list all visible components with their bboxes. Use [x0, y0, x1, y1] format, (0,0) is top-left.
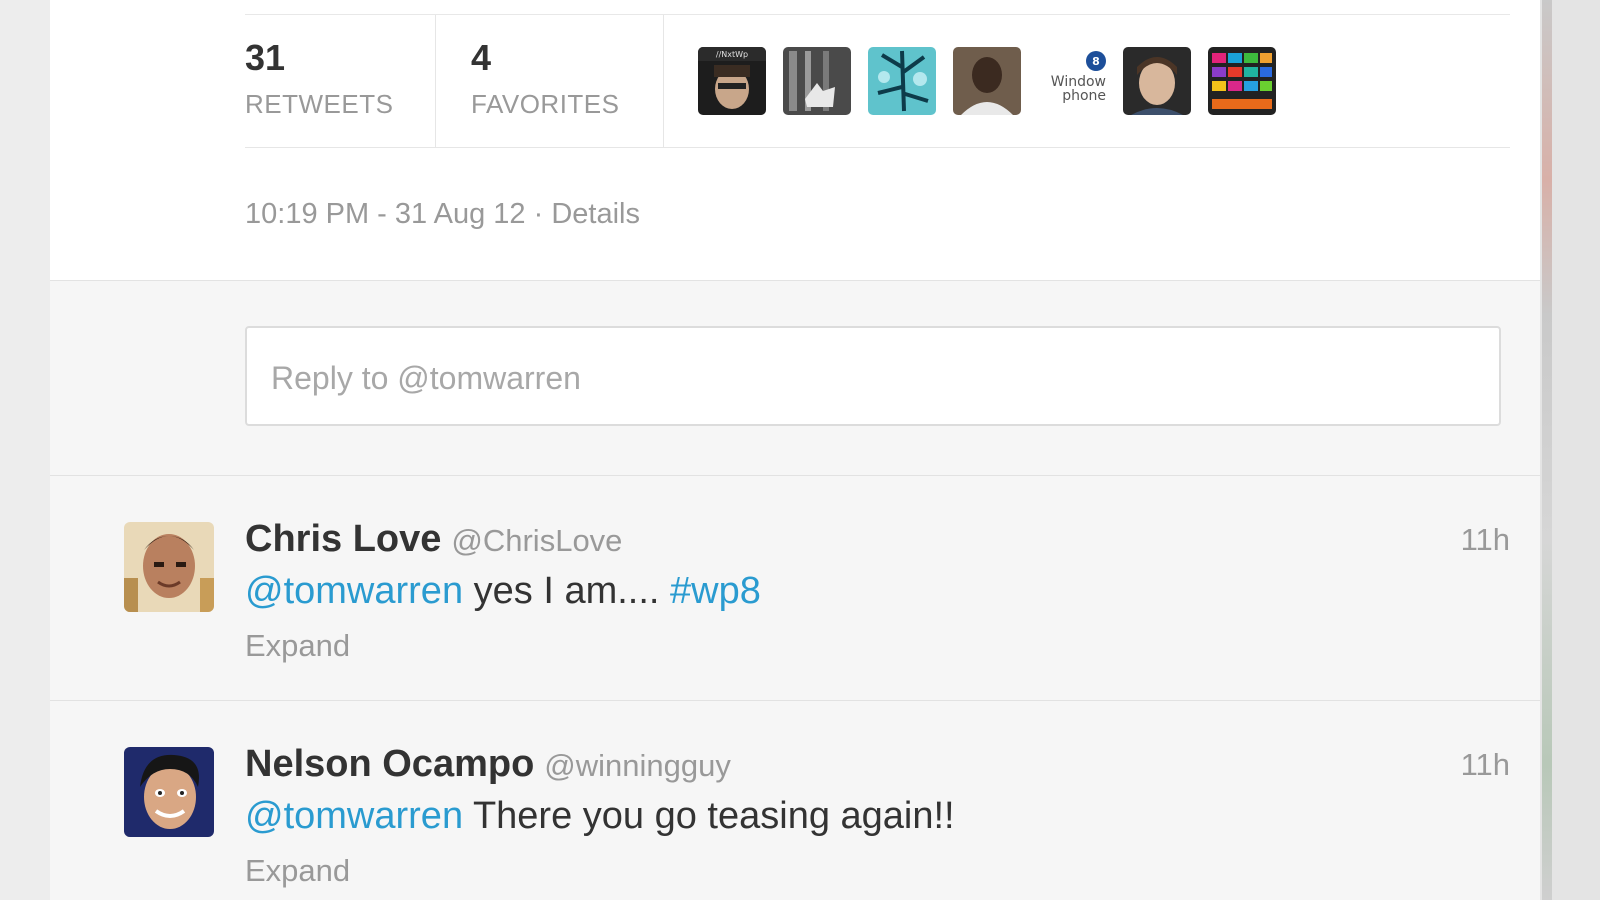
favoriter-avatar[interactable]: [783, 47, 851, 115]
reply-input[interactable]: Reply to @tomwarren: [245, 326, 1501, 426]
favoriter-avatar[interactable]: [868, 47, 936, 115]
tweet-body: yes I am....: [463, 570, 671, 612]
avatar-caption: //NxtWp: [716, 50, 748, 59]
author-line: Chris Love @ChrisLove: [245, 518, 622, 561]
avatar-caption: Window phone: [1050, 74, 1106, 104]
reply-tweet[interactable]: Chris Love @ChrisLove 11h @tomwarren yes …: [50, 475, 1540, 690]
hashtag-link[interactable]: #wp8: [670, 570, 761, 612]
favoriter-avatar[interactable]: 8 Window phone: [1038, 47, 1106, 115]
svg-text:8: 8: [1092, 55, 1100, 68]
mention-link[interactable]: @tomwarren: [245, 795, 463, 837]
reply-placeholder: Reply to @tomwarren: [271, 360, 581, 396]
details-link[interactable]: Details: [551, 198, 640, 230]
favorites-label: FAVORITES: [471, 89, 620, 119]
author-name[interactable]: Nelson Ocampo: [245, 743, 534, 785]
retweets-label: RETWEETS: [245, 89, 394, 119]
author-handle[interactable]: @winningguy: [544, 748, 731, 783]
tweet-timestamp-line: 10:19 PM - 31 Aug 12 · Details: [245, 198, 640, 231]
favoriter-avatar[interactable]: [1208, 47, 1276, 115]
favorites-stat[interactable]: 4 FAVORITES: [435, 15, 664, 147]
tweet-time[interactable]: 11h: [1461, 522, 1510, 558]
tweet-time[interactable]: 11h: [1461, 747, 1510, 783]
tweet-stats-card: 31 RETWEETS 4 FAVORITES //NxtWp 8 Window…: [50, 0, 1540, 281]
tweet-body: There you go teasing again!!: [463, 795, 955, 837]
retweets-stat[interactable]: 31 RETWEETS: [245, 15, 436, 147]
avatar[interactable]: [124, 747, 214, 837]
stats-row: 31 RETWEETS 4 FAVORITES //NxtWp 8 Window…: [245, 15, 1510, 148]
mention-link[interactable]: @tomwarren: [245, 570, 463, 612]
author-name[interactable]: Chris Love: [245, 518, 441, 560]
right-edge-strip: [1542, 0, 1552, 900]
left-gutter: [0, 0, 50, 900]
tweet-timestamp[interactable]: 10:19 PM - 31 Aug 12: [245, 198, 526, 230]
tweet-text: @tomwarren yes I am.... #wp8: [245, 570, 761, 613]
tweet-detail-view: 31 RETWEETS 4 FAVORITES //NxtWp 8 Window…: [0, 0, 1600, 900]
favoriter-avatar[interactable]: [1123, 47, 1191, 115]
expand-link[interactable]: Expand: [245, 628, 350, 664]
tweet-text: @tomwarren There you go teasing again!!: [245, 795, 955, 838]
separator-dot: ·: [525, 198, 552, 230]
reply-tweet[interactable]: Nelson Ocampo @winningguy 11h @tomwarren …: [50, 700, 1540, 900]
retweets-count: 31: [245, 37, 286, 78]
author-handle[interactable]: @ChrisLove: [451, 523, 622, 558]
expand-link[interactable]: Expand: [245, 853, 350, 889]
favoriter-avatar[interactable]: [953, 47, 1021, 115]
author-line: Nelson Ocampo @winningguy: [245, 743, 731, 786]
avatar[interactable]: [124, 522, 214, 612]
favoriter-avatar[interactable]: //NxtWp: [698, 47, 766, 115]
favorites-count: 4: [471, 37, 492, 78]
